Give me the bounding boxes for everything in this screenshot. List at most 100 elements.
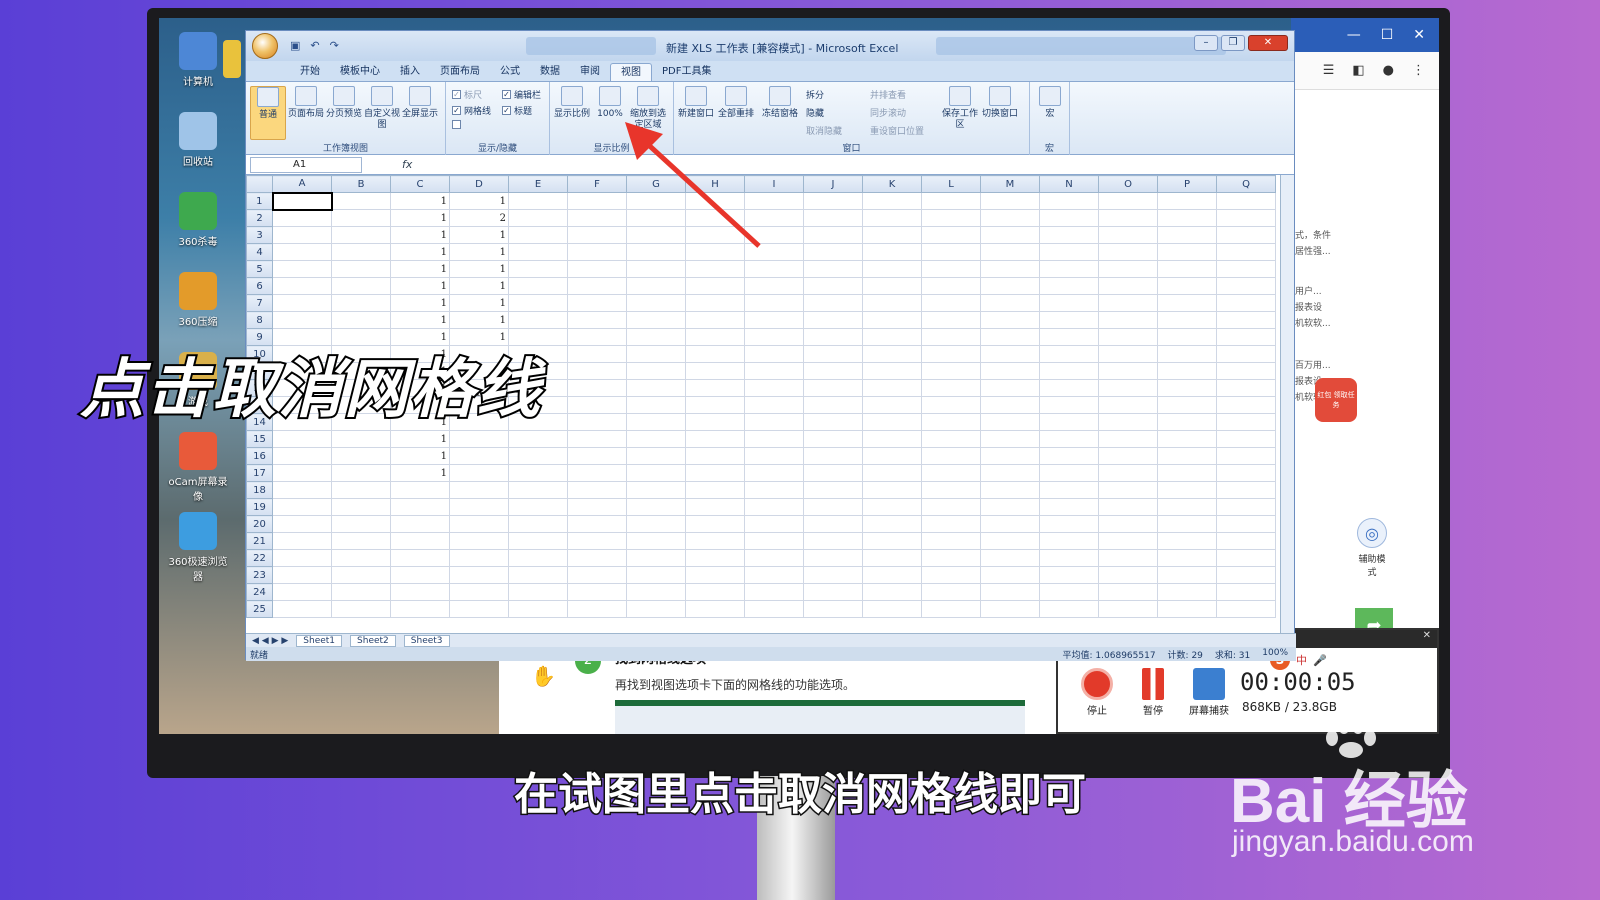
cell[interactable] <box>1216 243 1276 261</box>
ribbon-tab[interactable]: 页面布局 <box>430 63 490 81</box>
cell[interactable] <box>980 413 1040 431</box>
cell[interactable] <box>390 498 450 516</box>
cell[interactable] <box>685 413 745 431</box>
cell[interactable] <box>508 294 568 312</box>
ribbon-button[interactable]: 缩放到选定区域 <box>630 86 666 131</box>
cell[interactable] <box>803 243 863 261</box>
row-header[interactable]: 25 <box>246 600 273 618</box>
cell[interactable] <box>744 515 804 533</box>
cell[interactable] <box>744 328 804 346</box>
cell[interactable] <box>685 328 745 346</box>
cell[interactable] <box>1098 413 1158 431</box>
cell[interactable] <box>803 447 863 465</box>
cell[interactable] <box>1039 209 1099 227</box>
cell[interactable] <box>567 498 627 516</box>
cell[interactable] <box>803 345 863 363</box>
cell[interactable] <box>862 345 922 363</box>
cell[interactable] <box>921 600 981 618</box>
column-header[interactable]: I <box>744 175 804 193</box>
ribbon-button[interactable]: 分页预览 <box>326 86 362 120</box>
cell[interactable] <box>1216 447 1276 465</box>
cell[interactable] <box>1157 430 1217 448</box>
cell[interactable] <box>331 600 391 618</box>
ribbon-button[interactable]: 100% <box>592 86 628 120</box>
list-icon[interactable]: ☰ <box>1323 63 1335 78</box>
cell[interactable] <box>744 294 804 312</box>
cell[interactable] <box>803 583 863 601</box>
cell[interactable] <box>921 583 981 601</box>
cell[interactable] <box>567 243 627 261</box>
cell[interactable] <box>921 294 981 312</box>
cell[interactable] <box>1157 260 1217 278</box>
cell[interactable] <box>626 583 686 601</box>
row-header[interactable]: 20 <box>246 515 273 533</box>
cell[interactable] <box>508 447 568 465</box>
cell[interactable] <box>1098 600 1158 618</box>
cell[interactable] <box>449 464 509 482</box>
cell[interactable] <box>685 192 745 210</box>
cell[interactable] <box>1098 464 1158 482</box>
cell[interactable] <box>980 447 1040 465</box>
minimize-icon[interactable]: — <box>1347 27 1361 43</box>
ribbon-tab[interactable]: 审阅 <box>570 63 610 81</box>
cell[interactable] <box>1157 515 1217 533</box>
row-header[interactable]: 3 <box>246 226 273 244</box>
cell[interactable] <box>1157 583 1217 601</box>
cell[interactable] <box>1157 294 1217 312</box>
cell[interactable] <box>331 294 391 312</box>
cell[interactable]: 1 <box>390 447 450 465</box>
cell[interactable] <box>1039 549 1099 567</box>
cell[interactable] <box>1098 328 1158 346</box>
cell[interactable] <box>685 566 745 584</box>
cell[interactable] <box>980 345 1040 363</box>
ribbon-tab[interactable]: 公式 <box>490 63 530 81</box>
select-all-corner[interactable] <box>246 175 273 193</box>
cell[interactable] <box>744 192 804 210</box>
cell[interactable] <box>449 600 509 618</box>
cell[interactable] <box>921 328 981 346</box>
cell[interactable] <box>1157 209 1217 227</box>
cell[interactable] <box>744 566 804 584</box>
cell[interactable] <box>1157 362 1217 380</box>
cell[interactable] <box>626 413 686 431</box>
cell[interactable] <box>685 277 745 295</box>
cell[interactable] <box>921 430 981 448</box>
cell[interactable] <box>685 447 745 465</box>
cell[interactable] <box>1216 430 1276 448</box>
column-header[interactable]: Q <box>1216 175 1276 193</box>
cell[interactable] <box>980 515 1040 533</box>
cell[interactable] <box>508 600 568 618</box>
cell[interactable] <box>744 532 804 550</box>
cell[interactable] <box>272 226 332 244</box>
cell[interactable] <box>272 498 332 516</box>
cell[interactable] <box>1157 328 1217 346</box>
cell[interactable] <box>921 515 981 533</box>
ribbon-small-button[interactable]: 隐藏 <box>806 106 824 119</box>
cell[interactable] <box>626 209 686 227</box>
cell[interactable] <box>331 549 391 567</box>
cell[interactable] <box>744 600 804 618</box>
cell[interactable] <box>1216 583 1276 601</box>
cell[interactable] <box>862 600 922 618</box>
cell[interactable] <box>1098 532 1158 550</box>
desktop-icon[interactable]: oCam屏幕录像 <box>167 432 229 503</box>
cell[interactable] <box>272 515 332 533</box>
cell[interactable] <box>567 379 627 397</box>
cell[interactable] <box>744 549 804 567</box>
cell[interactable] <box>1157 549 1217 567</box>
cell[interactable] <box>331 566 391 584</box>
cell[interactable] <box>980 532 1040 550</box>
cell[interactable] <box>331 243 391 261</box>
cell[interactable] <box>744 362 804 380</box>
cell[interactable] <box>803 209 863 227</box>
capture-button[interactable]: 屏幕捕获 <box>1184 668 1234 717</box>
cell[interactable] <box>921 243 981 261</box>
column-header[interactable]: J <box>803 175 863 193</box>
cell[interactable] <box>862 532 922 550</box>
cell[interactable] <box>862 243 922 261</box>
cell[interactable] <box>567 294 627 312</box>
cell[interactable] <box>331 532 391 550</box>
ribbon-button[interactable]: 保存工作区 <box>942 86 978 131</box>
cell[interactable] <box>449 430 509 448</box>
cell[interactable] <box>626 294 686 312</box>
